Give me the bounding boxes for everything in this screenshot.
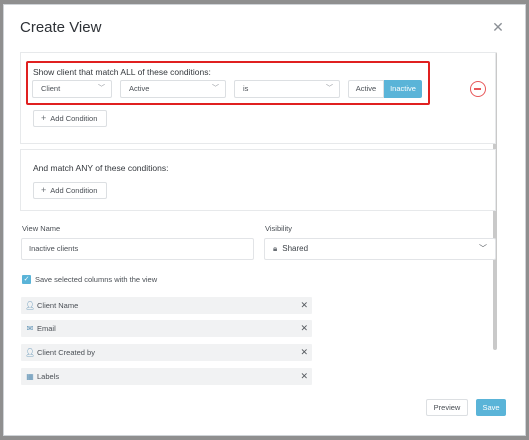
remove-condition-icon[interactable]	[470, 81, 486, 97]
column-item: 👤︎ Client Name ✕	[21, 297, 312, 314]
toggle-inactive-button[interactable]: Inactive	[384, 80, 422, 98]
any-conditions-panel	[20, 149, 496, 211]
plus-icon: +	[41, 185, 47, 195]
add-condition-label: Add Condition	[50, 114, 98, 123]
column-item: ✉ Email ✕	[21, 320, 312, 337]
column-label: Labels	[37, 372, 60, 381]
save-columns-label: Save selected columns with the view	[35, 275, 158, 284]
view-name-label: View Name	[22, 224, 61, 233]
modal-title: Create View	[20, 19, 102, 36]
chevron-down-icon: ﹀	[479, 244, 487, 253]
user-icon: 👤︎	[25, 301, 36, 310]
chevron-down-icon: ﹀	[98, 85, 105, 92]
add-condition-all-button[interactable]: + Add Condition	[33, 110, 107, 127]
toggle-active-button[interactable]: Active	[348, 80, 384, 98]
view-name-input[interactable]: Inactive clients	[21, 238, 254, 260]
column-item: ▦ Labels ✕	[21, 368, 312, 385]
condition-value-value: Active	[129, 84, 150, 93]
save-columns-checkbox[interactable]: ✓	[22, 275, 31, 284]
condition-field-value: Client	[41, 84, 61, 93]
all-conditions-label: Show client that match ALL of these cond…	[33, 67, 211, 77]
plus-icon: +	[41, 113, 47, 123]
grid-icon: ▦	[26, 372, 34, 381]
user-icon: 👤︎	[25, 348, 36, 357]
close-icon[interactable]: ✕	[491, 20, 505, 34]
condition-operator-select[interactable]: is ﹀	[234, 80, 340, 98]
remove-column-icon[interactable]: ✕	[300, 297, 308, 314]
envelope-icon: ✉	[26, 324, 34, 333]
preview-button[interactable]: Preview	[426, 399, 468, 416]
any-conditions-label: And match ANY of these conditions:	[33, 163, 169, 173]
remove-column-icon[interactable]: ✕	[300, 344, 308, 361]
condition-field-select[interactable]: Client ﹀	[32, 80, 112, 98]
chevron-down-icon: ﹀	[212, 85, 219, 92]
remove-column-icon[interactable]: ✕	[300, 368, 308, 385]
all-conditions-panel	[20, 52, 496, 144]
visibility-label: Visibility	[265, 224, 292, 233]
remove-column-icon[interactable]: ✕	[300, 320, 308, 337]
condition-value-select[interactable]: Active ﹀	[120, 80, 226, 98]
lock-icon: 🔒︎	[273, 244, 278, 253]
column-label: Client Name	[37, 301, 79, 310]
add-condition-any-button[interactable]: + Add Condition	[33, 182, 107, 199]
save-button[interactable]: Save	[476, 399, 506, 416]
column-label: Client Created by	[37, 348, 95, 357]
column-label: Email	[37, 324, 56, 333]
column-item: 👤︎ Client Created by ✕	[21, 344, 312, 361]
visibility-select[interactable]: 🔒︎ Shared ﹀	[264, 238, 496, 260]
condition-operator-value: is	[243, 84, 249, 93]
chevron-down-icon: ﹀	[326, 85, 333, 92]
add-condition-label: Add Condition	[50, 186, 98, 195]
visibility-value: Shared	[282, 244, 309, 253]
